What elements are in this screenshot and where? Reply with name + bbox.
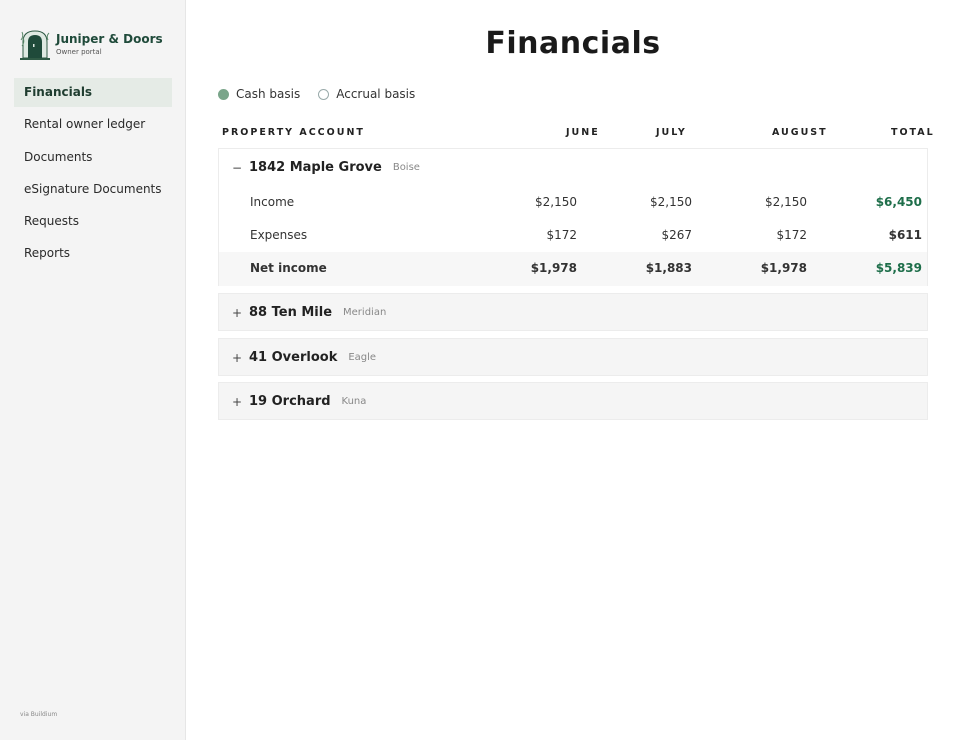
accrual-basis-label: Accrual basis xyxy=(336,87,416,101)
sidebar: Juniper & Doors Owner portal Financials … xyxy=(0,0,186,740)
sidebar-item-financials[interactable]: Financials xyxy=(14,78,172,107)
cell-june: $1,978 xyxy=(530,261,577,275)
row-label: Income xyxy=(250,195,295,209)
basis-selector: Cash basis Accrual basis xyxy=(218,87,433,101)
powered-by-note: via Buildium xyxy=(20,711,58,718)
door-logo-icon xyxy=(20,30,50,60)
column-header-july: JULY xyxy=(656,127,687,138)
property-name: 41 Overlook xyxy=(249,350,338,365)
cell-july: $1,883 xyxy=(645,261,692,275)
cell-august: $172 xyxy=(776,228,807,242)
property-card-1842-maple-grove: − 1842 Maple Grove Boise Income $2,150 $… xyxy=(218,148,928,286)
property-card-88-ten-mile: + 88 Ten Mile Meridian xyxy=(218,293,928,331)
cell-total: $5,839 xyxy=(875,261,922,275)
cell-july: $267 xyxy=(661,228,692,242)
column-header-account: PROPERTY ACCOUNT xyxy=(222,127,365,138)
property-header[interactable]: − 1842 Maple Grove Boise xyxy=(219,149,927,186)
sidebar-item-reports[interactable]: Reports xyxy=(14,239,172,268)
property-city: Kuna xyxy=(341,396,367,407)
sidebar-item-documents[interactable]: Documents xyxy=(14,143,172,172)
property-name: 1842 Maple Grove xyxy=(249,160,382,175)
table-row-expenses: Expenses $172 $267 $172 $611 xyxy=(219,219,927,253)
cell-total: $6,450 xyxy=(875,195,922,209)
column-header-june: JUNE xyxy=(566,127,600,138)
column-header-total: TOTAL xyxy=(891,127,935,138)
sidebar-nav: Financials Rental owner ledger Documents… xyxy=(14,78,172,272)
main-content: Financials Cash basis Accrual basis PROP… xyxy=(186,0,960,740)
sidebar-item-esignature-documents[interactable]: eSignature Documents xyxy=(14,175,172,204)
collapse-icon[interactable]: − xyxy=(231,161,243,175)
expand-icon[interactable]: + xyxy=(231,395,243,409)
property-name: 19 Orchard xyxy=(249,394,331,409)
cell-august: $1,978 xyxy=(760,261,807,275)
brand-name: Juniper & Doors xyxy=(56,31,163,46)
brand-subtitle: Owner portal xyxy=(56,47,102,56)
expand-icon[interactable]: + xyxy=(231,351,243,365)
property-card-19-orchard: + 19 Orchard Kuna xyxy=(218,382,928,420)
property-city: Eagle xyxy=(348,352,377,363)
cell-august: $2,150 xyxy=(765,195,807,209)
cell-july: $2,150 xyxy=(650,195,692,209)
brand[interactable]: Juniper & Doors Owner portal xyxy=(20,28,163,60)
row-label: Net income xyxy=(250,261,327,275)
property-card-41-overlook: + 41 Overlook Eagle xyxy=(218,338,928,376)
table-row-income: Income $2,150 $2,150 $2,150 $6,450 xyxy=(219,186,927,220)
row-label: Expenses xyxy=(250,228,308,242)
property-header[interactable]: + 41 Overlook Eagle xyxy=(219,339,927,376)
table-row-net-income: Net income $1,978 $1,883 $1,978 $5,839 xyxy=(219,252,927,286)
cash-basis-option[interactable]: Cash basis xyxy=(218,87,300,101)
sidebar-item-rental-owner-ledger[interactable]: Rental owner ledger xyxy=(14,110,172,139)
cash-basis-radio[interactable] xyxy=(218,88,229,100)
cell-june: $172 xyxy=(546,228,577,242)
cash-basis-label: Cash basis xyxy=(236,87,301,101)
expand-icon[interactable]: + xyxy=(231,306,243,320)
property-city: Boise xyxy=(392,162,420,173)
cell-total: $611 xyxy=(888,228,922,242)
page-title: Financials xyxy=(485,26,661,61)
accrual-basis-option[interactable]: Accrual basis xyxy=(318,87,415,101)
accrual-basis-radio[interactable] xyxy=(318,88,330,100)
property-name: 88 Ten Mile xyxy=(249,305,333,320)
property-header[interactable]: + 88 Ten Mile Meridian xyxy=(219,294,927,331)
column-header-august: AUGUST xyxy=(772,127,828,138)
property-header[interactable]: + 19 Orchard Kuna xyxy=(219,383,927,420)
property-city: Meridian xyxy=(343,307,387,318)
sidebar-item-requests[interactable]: Requests xyxy=(14,207,172,236)
cell-june: $2,150 xyxy=(535,195,577,209)
